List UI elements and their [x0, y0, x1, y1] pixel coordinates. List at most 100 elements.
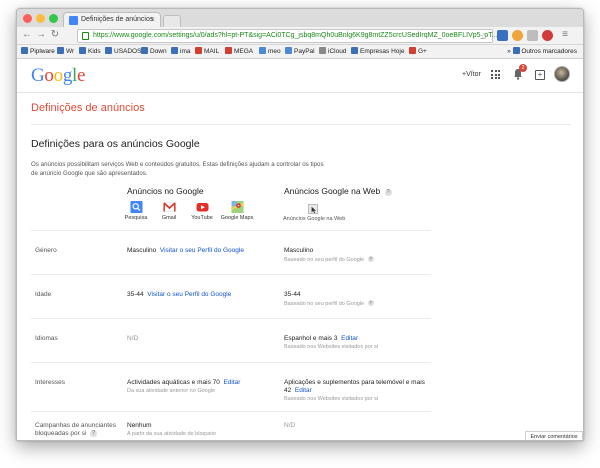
- folder-icon: [105, 47, 112, 54]
- service-maps: Google Maps: [217, 201, 257, 221]
- gender-web-value: Masculino: [284, 247, 314, 254]
- pinterest-icon[interactable]: [542, 30, 553, 41]
- bookmark-item[interactable]: G+: [409, 47, 427, 55]
- visit-profile-link[interactable]: Visitar o seu Perfil do Google: [160, 247, 244, 254]
- plus-user-link[interactable]: +Vítor: [462, 71, 481, 78]
- bookmark-item[interactable]: meo: [259, 47, 281, 55]
- column-header-google: Anúncios no Google: [127, 186, 204, 196]
- google-logo[interactable]: Google: [31, 65, 85, 87]
- cursor-web-icon: [308, 204, 318, 214]
- meo-icon: [259, 47, 266, 54]
- bookmark-item[interactable]: Piplware: [21, 47, 55, 55]
- extension-icon[interactable]: [497, 30, 508, 41]
- row-label-gender: Género: [35, 247, 57, 254]
- other-bookmarks[interactable]: » Outros marcadores: [507, 47, 577, 55]
- bookmark-item[interactable]: MAIL: [195, 47, 219, 55]
- blocked-google-note: A partir da sua atividade de bloqueio: [127, 431, 216, 437]
- section-description: Os anúncios possibilitam serviços Web e …: [31, 161, 324, 177]
- bookmark-item[interactable]: Down: [141, 47, 167, 55]
- extension-icon[interactable]: [512, 30, 523, 41]
- share-plus-icon[interactable]: +: [535, 70, 545, 80]
- address-bar[interactable]: https://www.google.com/settings/u/0/ads?…: [77, 29, 498, 43]
- edit-interests-link[interactable]: Editar: [223, 379, 240, 386]
- bookmark-item[interactable]: iCloud: [319, 47, 346, 55]
- edit-languages-link[interactable]: Editar: [341, 335, 358, 342]
- page-title: Definições de anúncios: [31, 102, 145, 114]
- row-label-age: Idade: [35, 291, 52, 298]
- close-window-icon[interactable]: [23, 14, 32, 23]
- bookmark-item[interactable]: Wr: [57, 47, 74, 55]
- folder-icon: [512, 47, 520, 54]
- bookmark-item[interactable]: MEGA: [225, 47, 253, 55]
- languages-web-note: Baseado nos Websites visitados por si: [284, 344, 379, 350]
- service-youtube: YouTube: [182, 201, 222, 221]
- folder-icon: [57, 47, 64, 54]
- mail-icon: [195, 47, 202, 54]
- divider: [31, 230, 431, 231]
- blocked-google-value: Nenhum: [127, 422, 152, 429]
- menu-icon[interactable]: ≡: [559, 29, 571, 40]
- age-web-value: 35-44: [284, 291, 301, 298]
- visit-profile-link[interactable]: Visitar o seu Perfil do Google: [147, 291, 231, 298]
- help-icon[interactable]: ?: [367, 256, 374, 262]
- divider: [31, 411, 431, 412]
- apple-icon: [319, 47, 326, 54]
- forward-icon[interactable]: →: [35, 29, 47, 40]
- tab-active[interactable]: Definições de anúncios ×: [63, 12, 161, 28]
- tab-title: Definições de anúncios: [81, 16, 154, 23]
- interests-web-note: Baseado nos Websites visitados por si: [284, 396, 379, 402]
- help-icon[interactable]: ?: [90, 430, 98, 437]
- bookmark-item[interactable]: PayPal: [285, 47, 315, 55]
- mega-icon: [225, 47, 232, 54]
- avatar[interactable]: [554, 66, 570, 82]
- divider: [31, 124, 571, 125]
- page-content: Google +Vítor 2 + Definições de anúncios…: [17, 60, 583, 440]
- languages-web-cell: Espanhol e mais 3 Editar: [284, 335, 359, 342]
- google-favicon-icon: [69, 16, 78, 25]
- browser-toolbar: ← → ↻ https://www.google.com/settings/u/…: [17, 27, 583, 45]
- age-google-cell: 35-44 Visitar o seu Perfil do Google: [127, 291, 232, 298]
- bookmark-item[interactable]: Kids: [79, 47, 101, 55]
- send-feedback-button[interactable]: Enviar comentários: [525, 431, 583, 440]
- folder-icon: [79, 47, 86, 54]
- help-icon[interactable]: ?: [367, 300, 374, 306]
- apps-grid-icon[interactable]: [491, 70, 500, 79]
- paypal-icon: [285, 47, 292, 54]
- bookmark-item[interactable]: USADOS: [105, 47, 141, 55]
- extension-icon[interactable]: [527, 30, 538, 41]
- blocked-web-value: N/D: [284, 422, 296, 429]
- row-label-interests: Interesses: [35, 379, 65, 386]
- url-text: https://www.google.com/settings/u/0/ads?…: [93, 32, 498, 39]
- maximize-window-icon[interactable]: [49, 14, 58, 23]
- interests-web-value: Aplicações e suplementos para telemóvel …: [284, 379, 425, 386]
- age-web-note: Baseado no seu perfil do Google ?: [284, 300, 374, 307]
- back-icon[interactable]: ←: [21, 29, 33, 40]
- gender-web-note: Baseado no seu perfil do Google ?: [284, 256, 374, 263]
- interests-web-cell: 42 Editar: [284, 387, 312, 394]
- row-label-blocked-campaigns: Campanhas de anunciantes bloqueadas por s…: [35, 422, 116, 437]
- google-maps-icon: [230, 201, 244, 213]
- row-label-languages: Idiomas: [35, 335, 58, 342]
- divider: [31, 318, 431, 319]
- section-title: Definições para os anúncios Google: [31, 138, 200, 150]
- bookmark-item[interactable]: Empresas Hoje: [351, 47, 404, 55]
- close-tab-icon[interactable]: ×: [150, 15, 155, 24]
- edit-web-interests-link[interactable]: Editar: [295, 387, 312, 394]
- bookmark-item[interactable]: ima: [171, 47, 190, 55]
- youtube-icon: [196, 203, 208, 212]
- folder-icon: [171, 47, 178, 54]
- interests-google-cell: Actividades aquáticas e mais 70 Editar: [127, 379, 241, 386]
- google-header: Google +Vítor 2 +: [17, 60, 583, 93]
- divider: [31, 362, 431, 363]
- search-icon: [130, 201, 142, 213]
- new-tab-button[interactable]: [163, 15, 181, 27]
- reload-icon[interactable]: ↻: [49, 29, 61, 40]
- notification-count-badge: 2: [519, 64, 527, 72]
- gender-google-cell: Masculino Visitar o seu Perfil do Google: [127, 247, 244, 254]
- folder-icon: [21, 47, 28, 54]
- web-icon-label: Anúncios Google na Web: [283, 216, 346, 222]
- bookmark-star-icon[interactable]: ☆: [480, 31, 488, 42]
- help-icon[interactable]: ?: [384, 189, 392, 196]
- folder-icon: [351, 47, 358, 54]
- minimize-window-icon[interactable]: [36, 14, 45, 23]
